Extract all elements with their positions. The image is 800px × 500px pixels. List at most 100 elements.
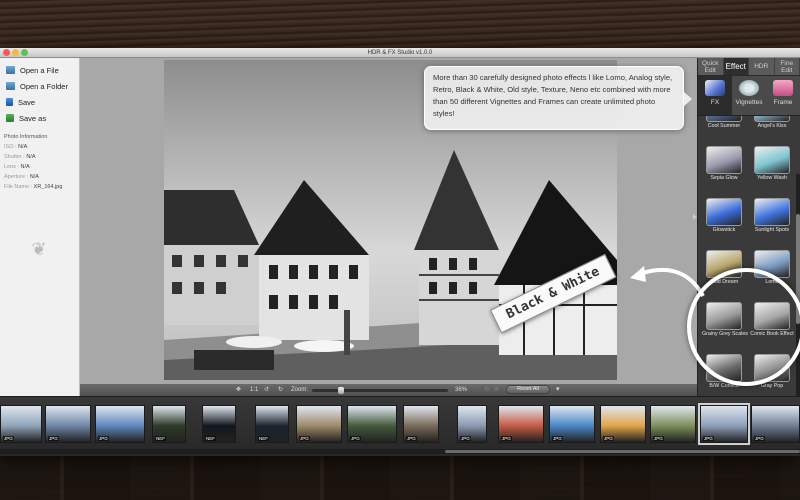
filmstrip-thumbnail[interactable]: NEF (202, 405, 236, 443)
subtab-fx-label: FX (710, 99, 720, 106)
save-button[interactable]: Save (0, 94, 79, 110)
reset-all-button[interactable]: Reset All (506, 385, 550, 394)
effect-item[interactable]: Glowstick (702, 198, 746, 233)
effect-item[interactable]: Cold Dream (702, 250, 746, 285)
effect-item[interactable]: Grainy Grey Scales (702, 302, 748, 337)
effects-scrollbar[interactable] (796, 174, 800, 396)
effect-thumbnail (754, 354, 790, 382)
effect-item[interactable]: Lomo (750, 250, 794, 285)
photo-info-shutter: Shutter : N/A (0, 153, 79, 163)
file-type-badge: JPG (754, 436, 765, 441)
photo-info-heading: Photo Information (4, 134, 48, 140)
subtab-vignettes[interactable]: Vignettes (732, 76, 766, 115)
effect-label: Gray Pop (760, 383, 784, 389)
effect-thumbnail (706, 198, 742, 226)
filmstrip-thumbnail[interactable]: JPG (0, 405, 42, 443)
filmstrip-scrollbar-thumb[interactable] (445, 450, 800, 453)
file-type-badge: JPG (501, 436, 512, 441)
info-value: N/A (29, 174, 39, 180)
effect-subtabs: FX Vignettes Frame (698, 76, 800, 116)
open-file-icon (6, 66, 15, 74)
move-icon[interactable]: ✥ (236, 384, 241, 396)
effect-thumbnail (706, 250, 742, 278)
file-type-badge: NEF (155, 436, 166, 441)
filmstrip-thumbnail[interactable]: JPG (751, 405, 800, 443)
file-type-badge: JPG (460, 436, 471, 441)
filmstrip-thumbnail[interactable]: NEF (152, 405, 186, 443)
canvas-toolbar: ✥ 1:1 ↺ ↻ Zoom: 36% ⟲ ⟳ Reset All ▾ (80, 384, 697, 396)
ornament-icon: ❦ (31, 239, 47, 260)
effect-thumbnail (706, 116, 742, 122)
actual-size-button[interactable]: 1:1 (250, 384, 258, 396)
info-label: Shutter : (4, 154, 25, 160)
effect-item[interactable]: Gray Pop (750, 354, 794, 389)
file-type-badge: JPG (653, 436, 664, 441)
save-label: Save (18, 97, 36, 107)
tab-quick-edit[interactable]: Quick Edit (698, 58, 724, 75)
left-sidebar: Open a File Open a Folder Save Save as P… (0, 58, 80, 396)
filmstrip-thumbnail[interactable]: JPG (650, 405, 696, 443)
effect-item[interactable]: Sunlight Spots (750, 198, 794, 233)
zoom-slider[interactable] (312, 387, 448, 394)
effect-label: Glowstick (712, 227, 736, 233)
subtab-fx[interactable]: FX (698, 76, 732, 115)
file-type-badge: JPG (603, 436, 614, 441)
right-panel: Quick Edit Effect HDR Fine Edit FX Vigne… (697, 58, 800, 396)
open-file-button[interactable]: Open a File (0, 62, 79, 78)
zoom-slider-knob[interactable] (338, 387, 344, 394)
effect-item[interactable]: Angel's Kiss (750, 116, 794, 129)
fx-icon (705, 80, 725, 96)
effect-item[interactable]: Yellow Wash (750, 146, 794, 181)
effect-item[interactable]: Comic Book Effect (750, 302, 794, 337)
effect-item[interactable]: B/W Comics (702, 354, 746, 389)
photo-info-filename: File Name : XR_164.jpg (0, 183, 79, 193)
panel-collapse-arrow-icon[interactable] (693, 214, 697, 220)
tooltip-text: More than 30 carefully designed photo ef… (433, 73, 673, 118)
effect-label: Sunlight Spots (754, 227, 790, 233)
filmstrip-thumbnail[interactable]: JPG (498, 405, 544, 443)
effect-label: Angel's Kiss (757, 123, 787, 129)
effects-scrollbar-thumb[interactable] (796, 214, 800, 324)
redo-icon[interactable]: ⟳ (494, 384, 499, 396)
reset-menu-chevron-icon[interactable]: ▾ (556, 384, 560, 396)
save-as-button[interactable]: Save as (0, 110, 79, 126)
effect-thumbnail (706, 146, 742, 174)
tab-fine-edit[interactable]: Fine Edit (775, 58, 800, 75)
info-label: Lens : (4, 164, 19, 170)
filmstrip-thumbnail[interactable]: JPG (698, 403, 750, 445)
open-folder-button[interactable]: Open a Folder (0, 78, 79, 94)
rotate-left-icon[interactable]: ↺ (264, 384, 269, 396)
undo-icon[interactable]: ⟲ (484, 384, 489, 396)
file-type-badge: JPG (552, 436, 563, 441)
rotate-right-icon[interactable]: ↻ (278, 384, 283, 396)
effect-label: B/W Comics (709, 383, 739, 389)
tab-hdr[interactable]: HDR (749, 58, 775, 75)
filmstrip-thumbnail[interactable]: JPG (45, 405, 91, 443)
photo-info-lens: Lens : N/A (0, 163, 79, 173)
vignettes-icon (739, 80, 759, 96)
info-label: File Name : (4, 184, 33, 190)
file-type-badge: JPG (406, 436, 417, 441)
effect-item[interactable]: Cool Summer (702, 116, 746, 129)
effect-label: Lomo (765, 279, 779, 285)
filmstrip-thumbnail[interactable]: JPG (95, 405, 145, 443)
info-label: Aperture : (4, 174, 29, 180)
effect-item[interactable]: Sepia Glow (702, 146, 746, 181)
filmstrip-thumbnail[interactable]: JPG (403, 405, 439, 443)
filmstrip-thumbnail[interactable]: JPG (600, 405, 646, 443)
tab-effect[interactable]: Effect (723, 58, 749, 75)
filmstrip-thumbnail[interactable]: JPG (549, 405, 595, 443)
file-type-badge: JPG (350, 436, 361, 441)
filmstrip-thumbnail[interactable]: JPG (347, 405, 397, 443)
effect-thumbnail (754, 250, 790, 278)
filmstrip-thumbnail[interactable]: JPG (457, 405, 487, 443)
subtab-frame[interactable]: Frame (766, 76, 800, 115)
filmstrip: JPG JPG JPG NEF NEF NEF JPG JPG JPG JPG JPG JPG JPG J… (0, 396, 800, 456)
subtab-frame-label: Frame (773, 99, 793, 106)
filmstrip-thumbnail[interactable]: JPG (296, 405, 342, 443)
info-value: N/A (20, 164, 30, 170)
filmstrip-thumbnail[interactable]: NEF (255, 405, 289, 443)
save-as-label: Save as (19, 113, 47, 123)
filmstrip-scrollbar[interactable] (0, 449, 800, 454)
zoom-label: Zoom: (291, 387, 309, 393)
